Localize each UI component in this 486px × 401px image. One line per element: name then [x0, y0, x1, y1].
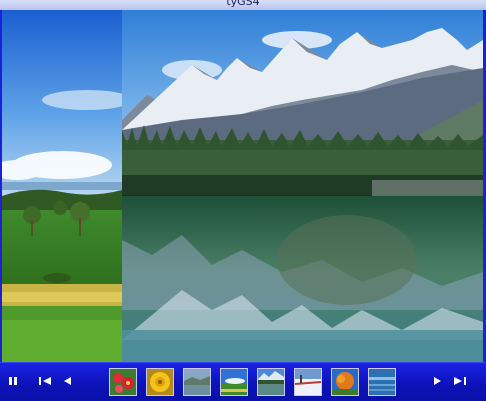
- next-slide-button[interactable]: [431, 374, 445, 388]
- skip-last-icon: [454, 377, 466, 385]
- previous-icon: [64, 377, 71, 385]
- yellow-flower-thumbnail-image: [147, 369, 173, 395]
- slideshow-viewer: [2, 10, 483, 362]
- previous-slide-image: [2, 10, 122, 362]
- last-slide-button[interactable]: [453, 374, 467, 388]
- snowy-field-thumbnail-image: [295, 369, 321, 395]
- first-slide-button[interactable]: [38, 374, 52, 388]
- mountain-lake-thumbnail-image: [258, 369, 284, 395]
- previous-slide-button[interactable]: [60, 374, 74, 388]
- slideshow-control-bar: [0, 362, 486, 401]
- skip-first-icon: [39, 377, 51, 385]
- meadow-sky-thumbnail-image: [221, 369, 247, 395]
- title-bar: tyGS4: [0, 0, 486, 10]
- thumbnail-mountain-lake[interactable]: [257, 368, 285, 396]
- thumbnail-coastal-hills[interactable]: [183, 368, 211, 396]
- autumn-tree-thumbnail-image: [332, 369, 358, 395]
- thumbnail-meadow-sky[interactable]: [220, 368, 248, 396]
- thumbnail-yellow-flower[interactable]: [146, 368, 174, 396]
- thumbnail-snowy-field[interactable]: [294, 368, 322, 396]
- pause-button[interactable]: [6, 374, 20, 388]
- current-slide-image: [122, 10, 483, 362]
- coastal-hills-thumbnail-image: [184, 369, 210, 395]
- red-flowers-thumbnail-image: [110, 369, 136, 395]
- thumbnail-blue-water[interactable]: [368, 368, 396, 396]
- window-title: tyGS4: [226, 0, 260, 8]
- pause-icon: [9, 377, 17, 385]
- blue-water-thumbnail-image: [369, 369, 395, 395]
- thumbnail-red-flowers[interactable]: [109, 368, 137, 396]
- thumbnail-autumn-tree[interactable]: [331, 368, 359, 396]
- next-icon: [434, 377, 441, 385]
